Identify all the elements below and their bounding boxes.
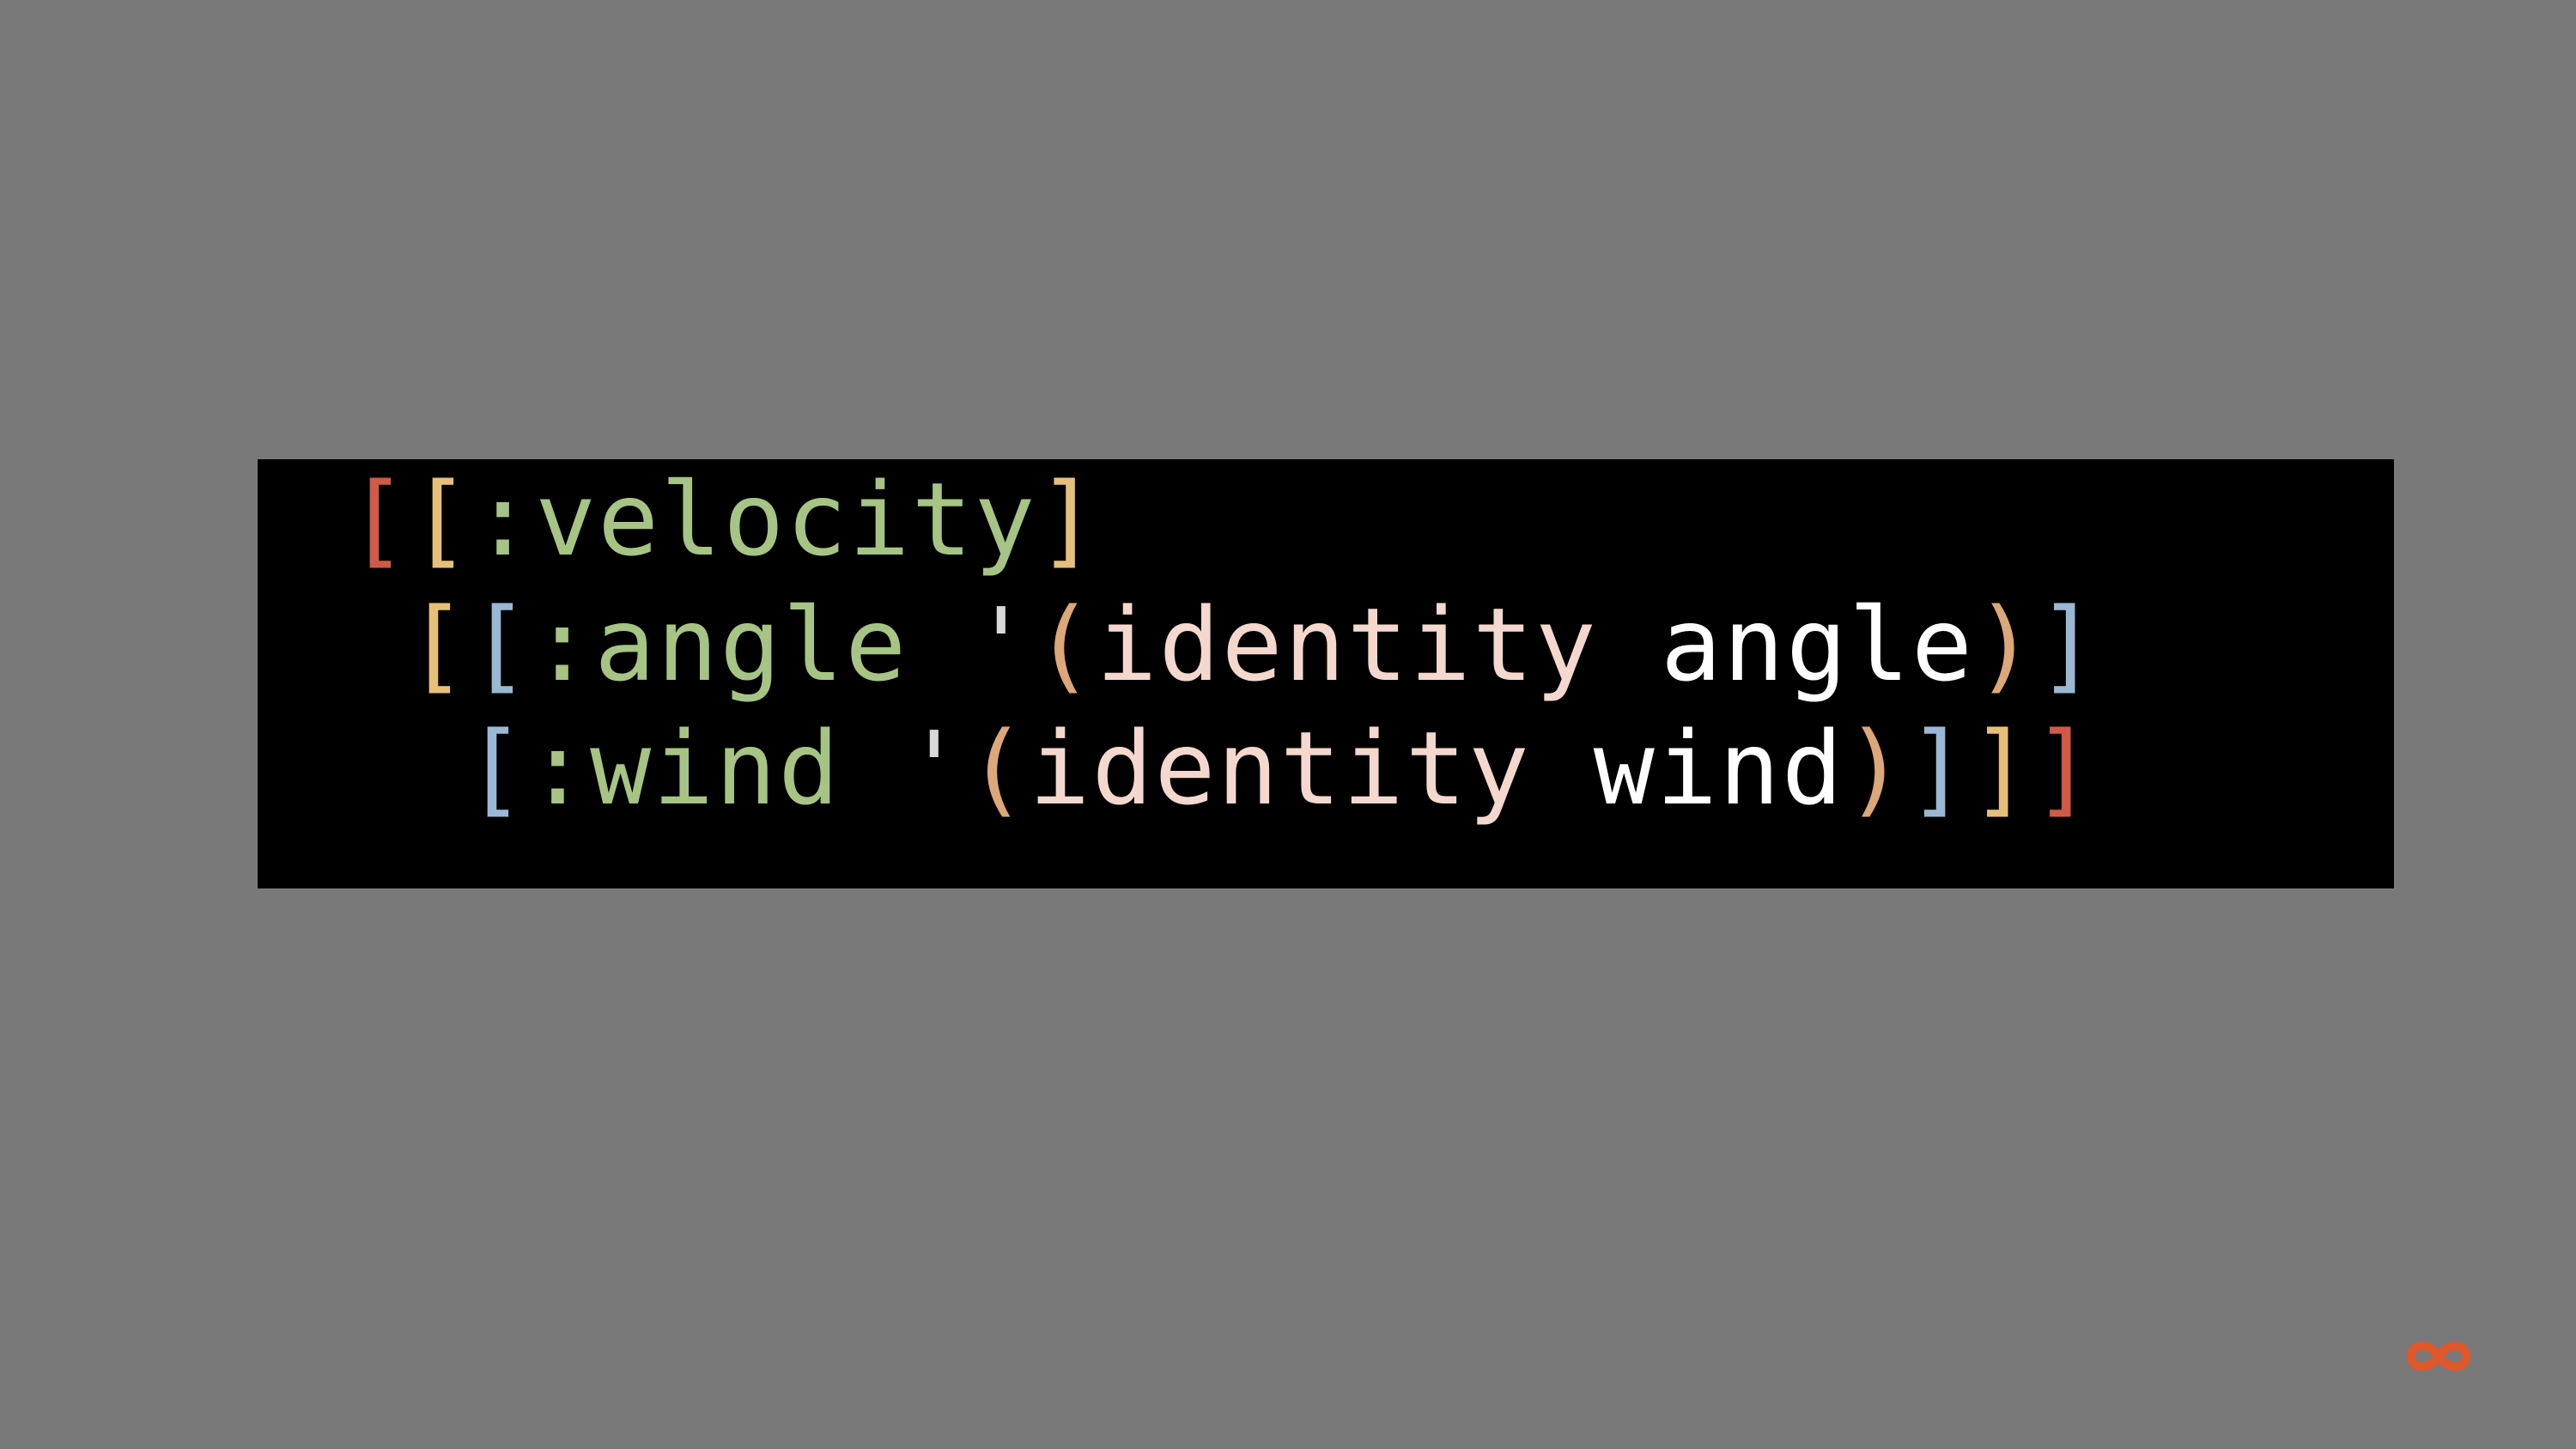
code-token: ) (1844, 709, 1908, 828)
code-token: [ (406, 585, 470, 704)
code-token: ] (1036, 460, 1100, 579)
code-token: ) (1974, 585, 2038, 704)
code-token: ] (1970, 709, 2033, 828)
code-token: [ (347, 460, 410, 579)
code-token: [ (410, 460, 473, 579)
code-panel: [[:velocity] [[:angle '(identity angle)]… (258, 459, 2394, 888)
code-token: wind (1530, 709, 1844, 828)
code-token: ] (1907, 709, 1971, 828)
slide: [[:velocity] [[:angle '(identity angle)]… (0, 0, 2576, 1449)
code-token: ] (2032, 709, 2096, 828)
code-token: ' (970, 585, 1034, 704)
code-token: :velocity (472, 460, 1037, 579)
infinity-logo-icon (2407, 1342, 2470, 1371)
code-token: angle (1597, 585, 1975, 704)
code-token: identity (1029, 709, 1531, 828)
code-token: [ (465, 709, 528, 828)
code-token: [ (469, 585, 532, 704)
code-token: :angle (532, 585, 908, 704)
code-token: ' (903, 709, 967, 828)
code-token: identity (1096, 585, 1598, 704)
code-token: :wind (527, 709, 841, 828)
code-token: ( (966, 709, 1030, 828)
code-line-2: [[:angle '(identity angle)] (406, 585, 2099, 705)
code-line-1: [[:velocity] (347, 459, 1100, 579)
code-line-3: [:wind '(identity wind)]]] (465, 708, 2095, 828)
code-token: ( (1033, 585, 1097, 704)
code-token: ] (2037, 585, 2100, 704)
